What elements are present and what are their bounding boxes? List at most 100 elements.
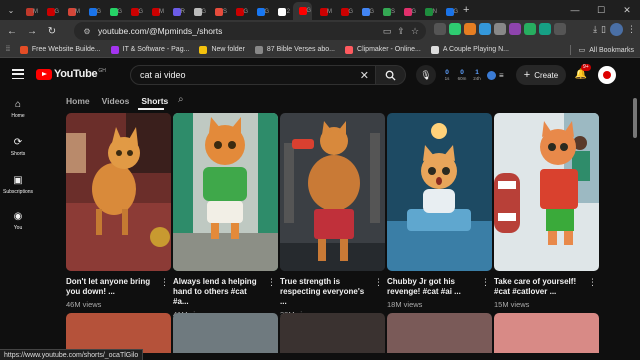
browser-tab[interactable]: R	[167, 4, 186, 20]
short-title[interactable]: Always lend a helping hand to others #ca…	[173, 277, 263, 307]
extension-icon[interactable]	[479, 23, 491, 35]
forward-icon[interactable]: →	[24, 23, 40, 39]
voice-search-button[interactable]: 🎙	[416, 65, 436, 85]
hamburger-menu-icon[interactable]	[12, 69, 24, 79]
bookmark-item[interactable]: Free Website Builde...	[19, 45, 101, 54]
more-actions-icon[interactable]: ⋮	[267, 277, 276, 288]
short-thumbnail[interactable]	[387, 113, 492, 271]
extension-icon[interactable]	[449, 23, 461, 35]
search-button[interactable]	[376, 65, 406, 85]
extensions-puzzle-icon[interactable]	[554, 23, 566, 35]
address-bar[interactable]: ⚙ youtube.com/@Mpminds_/shorts ▭ ⇪ ☆	[74, 22, 426, 40]
tab-search-icon[interactable]: ⌄	[4, 3, 18, 17]
stats-extension-icon[interactable]	[487, 70, 496, 80]
extension-icon[interactable]	[524, 23, 536, 35]
browser-tab[interactable]: M	[62, 4, 81, 20]
new-tab-icon[interactable]: +	[463, 4, 469, 16]
browser-tab[interactable]: G	[440, 4, 459, 20]
more-actions-icon[interactable]: ⋮	[374, 277, 383, 288]
guide-item-you[interactable]: ◉ You	[0, 210, 36, 240]
guide-item-subscriptions[interactable]: ▣ Subscriptions	[0, 174, 36, 204]
short-thumbnail[interactable]	[173, 313, 278, 353]
browser-tab[interactable]: M	[314, 4, 333, 20]
notifications-button[interactable]: 🔔 9+	[574, 64, 591, 81]
short-title[interactable]: Chubby Jr got his revenge! #cat #ai ...	[387, 277, 477, 297]
install-app-icon[interactable]: ▭	[382, 25, 392, 37]
browser-tab[interactable]: M	[20, 4, 39, 20]
short-title[interactable]: True strength is respecting everyone's .…	[280, 277, 370, 307]
browser-tab[interactable]: G	[335, 4, 354, 20]
extension-icon[interactable]	[539, 23, 551, 35]
search-input[interactable]: cat ai video ✕	[130, 65, 376, 85]
browser-menu-icon[interactable]: ⋮	[627, 24, 636, 35]
apps-icon[interactable]: ⁞⁞	[6, 46, 10, 53]
more-actions-icon[interactable]: ⋮	[160, 277, 169, 288]
browser-tab[interactable]: G	[188, 4, 207, 20]
account-avatar[interactable]	[598, 66, 616, 84]
share-icon[interactable]: ⇪	[396, 25, 406, 37]
browser-tab[interactable]: G	[356, 4, 375, 20]
tab-videos[interactable]: Videos	[102, 96, 130, 106]
browser-tab[interactable]: G	[41, 4, 60, 20]
guide-item-shorts[interactable]: ⟳ Shorts	[0, 136, 36, 166]
short-card[interactable]: Take care of yourself! #cat #catlover ..…	[494, 113, 599, 309]
tab-shorts[interactable]: Shorts	[141, 96, 168, 106]
short-thumbnail[interactable]	[280, 113, 385, 271]
browser-tab[interactable]: G	[251, 4, 270, 20]
youtube-logo[interactable]: YouTube GH	[36, 68, 106, 80]
browser-tab[interactable]: 2	[272, 4, 291, 20]
site-info-icon[interactable]: ⚙	[82, 26, 92, 36]
reload-icon[interactable]: ↻	[44, 23, 60, 39]
short-card[interactable]: Don't let anyone bring you down! ... ⋮ 4…	[66, 113, 171, 309]
short-thumbnail[interactable]	[494, 313, 599, 353]
browser-tab[interactable]: G	[125, 4, 144, 20]
extension-icon[interactable]	[509, 23, 521, 35]
browser-tab[interactable]: G	[293, 2, 312, 20]
back-icon[interactable]: ←	[4, 23, 20, 39]
bookmark-item[interactable]: A Couple Playing N...	[430, 45, 509, 54]
clear-search-icon[interactable]: ✕	[360, 69, 369, 82]
sidepanel-icon[interactable]: ▯	[601, 24, 606, 35]
bookmark-item[interactable]: Clipmaker - Online...	[345, 45, 421, 54]
maximize-icon[interactable]: ☐	[588, 0, 614, 20]
browser-tab[interactable]: N	[419, 4, 438, 20]
short-thumbnail[interactable]	[387, 313, 492, 353]
guide-item-home[interactable]: ⌂ Home	[0, 98, 36, 128]
short-thumbnail[interactable]	[66, 113, 171, 271]
browser-tab[interactable]: G	[230, 4, 249, 20]
create-button[interactable]: + Create	[516, 65, 566, 85]
scrollbar-thumb[interactable]	[633, 98, 637, 138]
close-window-icon[interactable]: ✕	[614, 0, 640, 20]
profile-avatar[interactable]	[610, 23, 623, 36]
browser-tab[interactable]: S	[209, 4, 228, 20]
bookmark-item[interactable]: IT & Software - Pag...	[110, 45, 189, 54]
minimize-icon[interactable]: —	[562, 0, 588, 20]
short-thumbnail[interactable]	[173, 113, 278, 271]
bookmark-item[interactable]: New folder	[199, 45, 245, 54]
short-card[interactable]: Always lend a helping hand to others #ca…	[173, 113, 278, 319]
short-title[interactable]: Don't let anyone bring you down! ...	[66, 277, 156, 297]
bookmark-star-icon[interactable]: ☆	[410, 25, 420, 37]
extension-icon[interactable]	[434, 23, 446, 35]
more-actions-icon[interactable]: ⋮	[588, 277, 597, 288]
stats-menu-icon[interactable]: ≡	[499, 71, 504, 80]
extension-icon[interactable]	[464, 23, 476, 35]
bookmark-item[interactable]: 87 Bible Verses abo...	[254, 45, 335, 54]
short-thumbnail[interactable]	[280, 313, 385, 353]
browser-tab[interactable]: G	[83, 4, 102, 20]
browser-tab[interactable]: M	[146, 4, 165, 20]
downloads-icon[interactable]: ⤓	[593, 24, 597, 35]
short-thumbnail[interactable]	[494, 113, 599, 271]
extension-icon[interactable]	[494, 23, 506, 35]
browser-tab[interactable]: G	[398, 4, 417, 20]
short-card[interactable]: Chubby Jr got his revenge! #cat #ai ... …	[387, 113, 492, 309]
browser-tab[interactable]: S	[377, 4, 396, 20]
all-bookmarks[interactable]: ▭ All Bookmarks	[569, 45, 634, 55]
browser-tab[interactable]: G	[104, 4, 123, 20]
more-actions-icon[interactable]: ⋮	[481, 277, 490, 288]
channel-search-icon[interactable]: ⌕	[178, 94, 184, 105]
short-title[interactable]: Take care of yourself! #cat #catlover ..…	[494, 277, 584, 297]
short-thumbnail[interactable]	[66, 313, 171, 353]
short-card[interactable]: True strength is respecting everyone's .…	[280, 113, 385, 319]
tab-home[interactable]: Home	[66, 96, 90, 106]
